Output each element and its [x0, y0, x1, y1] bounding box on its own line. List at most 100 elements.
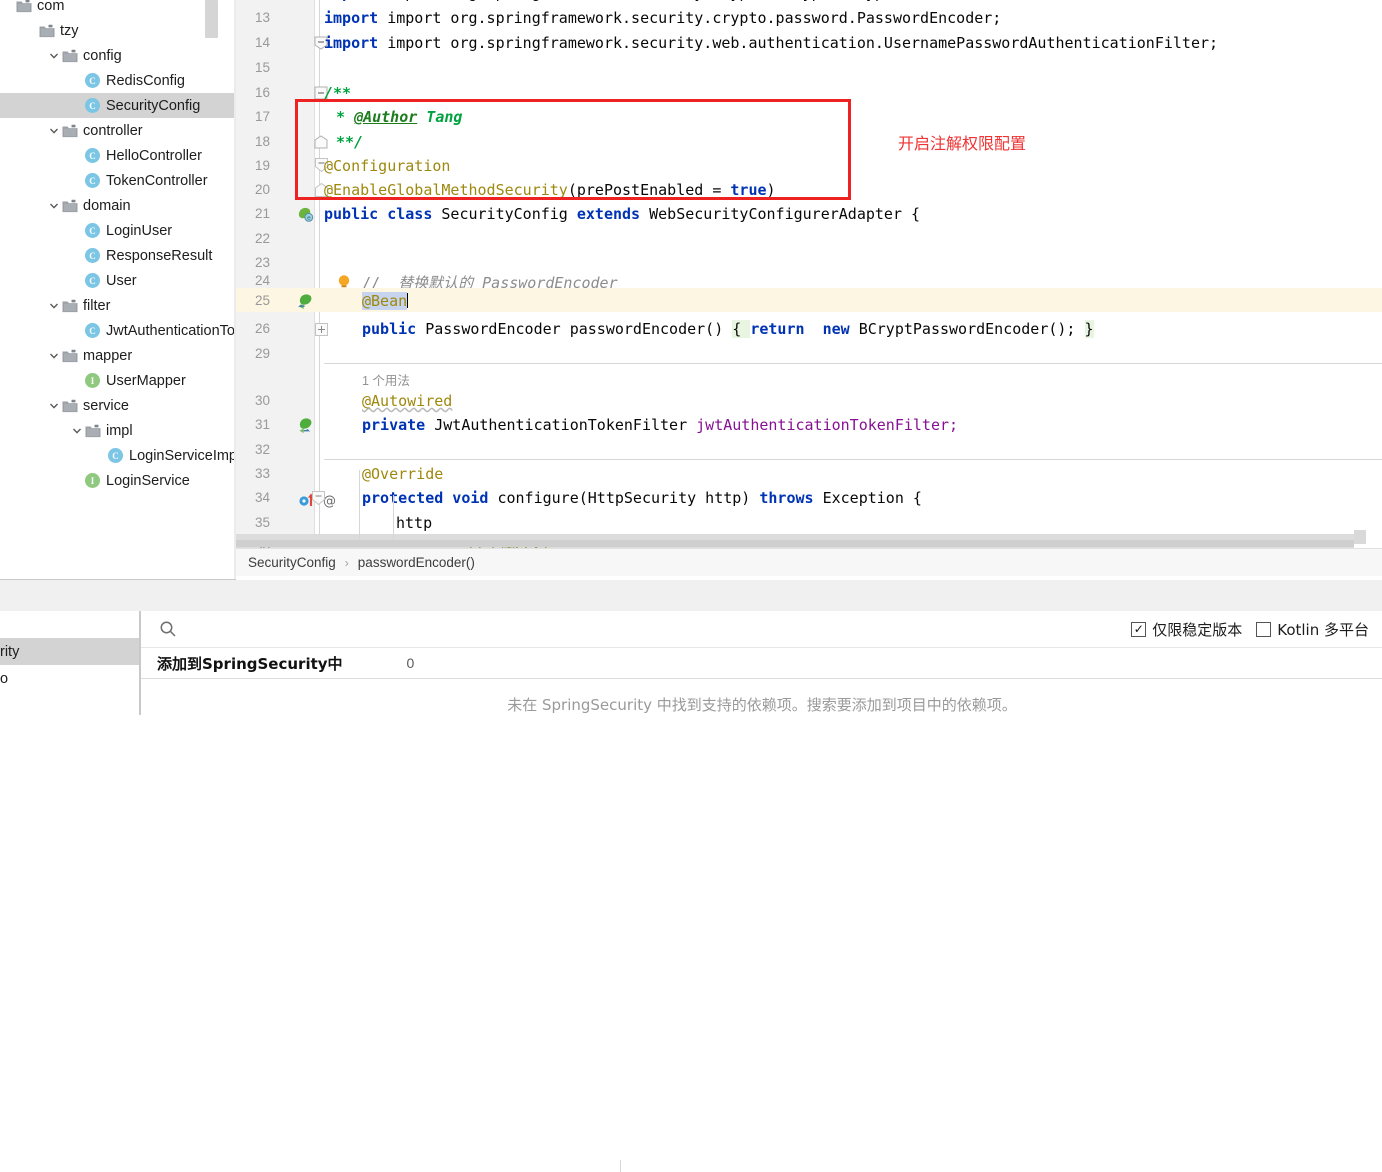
javadoc-author-value: Tang [417, 108, 463, 126]
code-line-30[interactable]: 30 @Autowired [236, 388, 1382, 412]
code-text: private [362, 416, 435, 434]
chevron-down-icon[interactable] [46, 301, 62, 311]
line-number: 22 [254, 231, 270, 246]
inlay-separator-2 [324, 459, 1382, 460]
checkbox-box-checked[interactable]: ✓ [1131, 621, 1147, 637]
left-list-panel[interactable]: rity o [0, 611, 140, 715]
folder-icon [62, 299, 78, 313]
code-line-26[interactable]: 26 public PasswordEncoder passwordEncode… [236, 316, 1382, 340]
left-list-item[interactable] [0, 611, 139, 638]
breadcrumb-class[interactable]: SecurityConfig [248, 555, 336, 570]
class-icon: C [85, 148, 100, 163]
editor-scroll-corner[interactable] [1354, 530, 1366, 544]
breadcrumb[interactable]: SecurityConfig › passwordEncoder() [236, 548, 1382, 576]
tree-item-impl[interactable]: impl [0, 418, 236, 443]
line-number: 34 [254, 490, 270, 505]
folder-icon [62, 124, 78, 138]
tree-item-hellocontroller[interactable]: C HelloController [0, 143, 236, 168]
code-text: throws [759, 489, 823, 507]
code-line-18[interactable]: 18 **/ [236, 130, 1382, 154]
tree-item-user[interactable]: C User [0, 268, 236, 293]
usage-count-hint[interactable]: 1 个用法 [362, 370, 410, 389]
code-text: @Configuration [324, 157, 451, 175]
line-number: 31 [254, 417, 270, 432]
code-fold-icon[interactable] [274, 132, 332, 152]
svg-text:e: e [307, 216, 311, 222]
tree-item-config[interactable]: config [0, 43, 236, 68]
chevron-down-icon[interactable] [69, 426, 85, 436]
code-editor[interactable]: 12 import import org.springframework.sec… [236, 0, 1382, 548]
tree-item-loginuser[interactable]: C LoginUser [0, 218, 236, 243]
code-line-25[interactable]: 25 @Bean [236, 288, 1382, 313]
tree-item-jwtauthenticationtoke[interactable]: C JwtAuthenticationToke [0, 318, 236, 343]
method-name: passwordEncoder() [569, 320, 733, 338]
folder-icon [62, 199, 78, 213]
line-number: 32 [254, 442, 270, 457]
tree-item-loginservice[interactable]: I LoginService [0, 468, 236, 493]
dialog-filter-checkboxes[interactable]: ✓ 仅限稳定版本 Kotlin 多平台 [1131, 619, 1369, 640]
tree-item-loginserviceimpl[interactable]: C LoginServiceImpl [0, 443, 236, 468]
code-text: { [732, 320, 751, 338]
tree-item-redisconfig[interactable]: C RedisConfig [0, 68, 236, 93]
dependency-search-dialog[interactable]: ✓ 仅限稳定版本 Kotlin 多平台 添加到SpringSecurity中 0… [140, 611, 1382, 715]
annotation-value: true [730, 181, 767, 199]
chevron-down-icon[interactable] [46, 126, 62, 136]
code-text: **/ [336, 133, 364, 151]
tree-item-controller[interactable]: controller [0, 118, 236, 143]
line-number: 13 [254, 10, 270, 25]
tree-item-domain[interactable]: domain [0, 193, 236, 218]
tree-item-mapper[interactable]: mapper [0, 343, 236, 368]
code-line-34[interactable]: 34 @ protected void configure(HttpSecuri… [236, 485, 1382, 509]
spring-bean-icon[interactable] [274, 290, 332, 310]
field-type: JwtAuthenticationTokenFilter [434, 416, 697, 434]
tree-item-tokencontroller[interactable]: C TokenController [0, 168, 236, 193]
project-tree-panel[interactable]: com tzy config C RedisConfig C SecurityConfig c… [0, 0, 236, 580]
line-number: 20 [254, 182, 270, 197]
code-line-31[interactable]: 31 private JwtAuthenticationTokenFilter … [236, 412, 1382, 436]
tree-item-label: filter [83, 297, 111, 314]
code-line-32[interactable]: 32 [236, 437, 1382, 461]
chevron-down-icon[interactable] [46, 201, 62, 211]
dialog-search-bar[interactable]: ✓ 仅限稳定版本 Kotlin 多平台 [141, 611, 1382, 648]
code-line-29[interactable]: 29 [236, 341, 1382, 365]
code-text: = [703, 181, 731, 199]
code-line-16[interactable]: 16 /** [236, 81, 1382, 105]
project-tree-scrollbar[interactable] [205, 0, 218, 38]
tree-item-service[interactable]: service [0, 393, 236, 418]
annotation-param: prePostEnabled [576, 181, 704, 199]
breadcrumb-member[interactable]: passwordEncoder() [358, 555, 475, 570]
superclass-name: WebSecurityConfigurerAdapter { [649, 205, 921, 223]
tree-item-securityconfig[interactable]: C SecurityConfig [0, 93, 236, 118]
code-line-13[interactable]: 13 import import org.springframework.sec… [236, 6, 1382, 30]
spring-bean-autowired-icon[interactable] [274, 414, 332, 434]
tree-item-usermapper[interactable]: I UserMapper [0, 368, 236, 393]
code-line-12[interactable]: 12 import import org.springframework.sec… [236, 0, 1382, 5]
editor-horizontal-scrollbar[interactable] [236, 540, 1354, 547]
code-line-33[interactable]: 33 @Override [236, 461, 1382, 485]
code-line-20[interactable]: 20 @EnableGlobalMethodSecurity(prePostEn… [236, 178, 1382, 202]
chevron-down-icon[interactable] [46, 51, 62, 61]
code-line-17[interactable]: 17 * @Author Tang [236, 105, 1382, 129]
code-line-15[interactable]: 15 [236, 56, 1382, 80]
tree-item-com[interactable]: com [0, 0, 236, 18]
code-text: import org.springframework.security.web.… [387, 34, 1219, 52]
checkbox-stable-only[interactable]: ✓ 仅限稳定版本 [1131, 619, 1242, 640]
code-line-19[interactable]: 19 @Configuration [236, 154, 1382, 178]
tree-item-tzy[interactable]: tzy [0, 18, 236, 43]
left-list-item[interactable]: o [0, 665, 139, 692]
left-list-item[interactable]: rity [0, 638, 139, 665]
class-icon: C [85, 223, 100, 238]
code-expand-icon[interactable] [274, 318, 332, 338]
checkbox-box-unchecked[interactable] [1256, 621, 1272, 637]
checkbox-kotlin-multiplatform[interactable]: Kotlin 多平台 [1256, 619, 1369, 640]
code-text: import org.springframework.security.cryp… [387, 0, 1037, 2]
search-input[interactable] [177, 619, 1132, 639]
tree-item-responseresult[interactable]: C ResponseResult [0, 243, 236, 268]
tree-item-filter[interactable]: filter [0, 293, 236, 318]
chevron-down-icon[interactable] [46, 351, 62, 361]
code-line-21[interactable]: 21 e public class SecurityConfig extends… [236, 202, 1382, 226]
code-line-14[interactable]: 14 import import org.springframework.sec… [236, 31, 1382, 55]
code-line-35[interactable]: 35 http [236, 510, 1382, 534]
code-line-22[interactable]: 22 [236, 227, 1382, 251]
chevron-down-icon[interactable] [46, 401, 62, 411]
